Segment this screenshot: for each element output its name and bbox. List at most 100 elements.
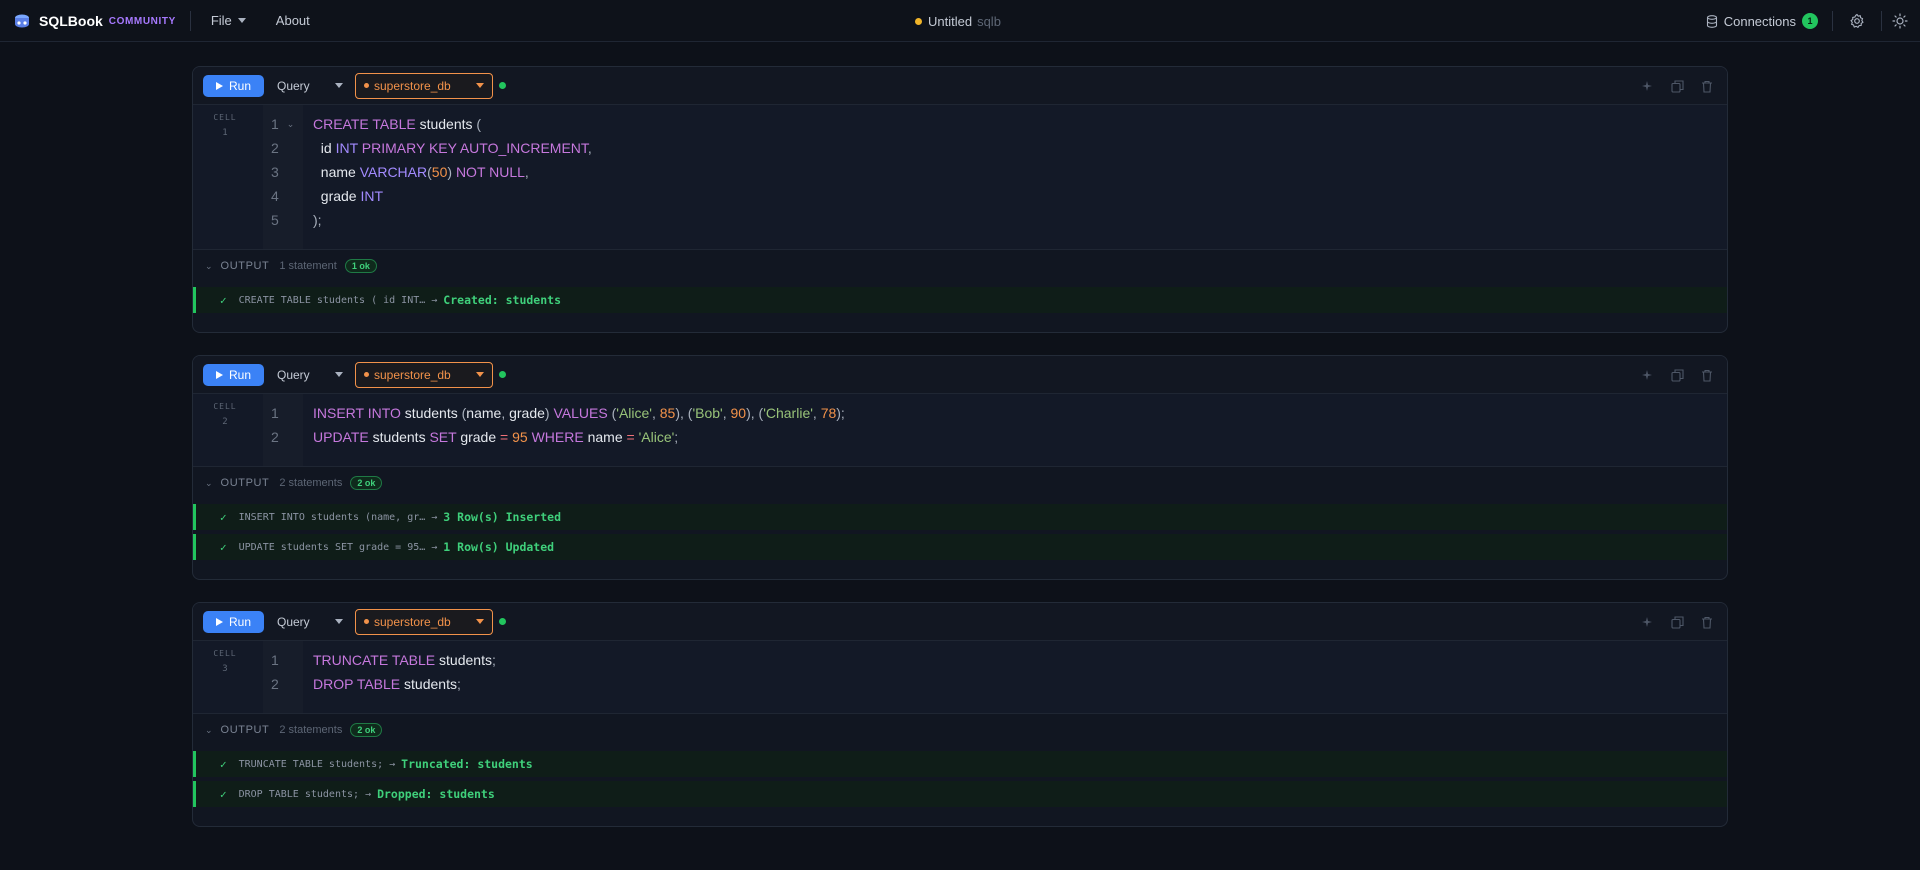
code-line[interactable]: TRUNCATE TABLE students; bbox=[313, 648, 1727, 672]
output-results: ✓ TRUNCATE TABLE students; → Truncated: … bbox=[193, 746, 1727, 821]
document-extension: sqlb bbox=[977, 13, 1001, 29]
output-label: OUTPUT bbox=[220, 260, 270, 272]
database-select-value: superstore_db bbox=[374, 78, 451, 93]
document-title[interactable]: Untitled sqlb bbox=[915, 0, 1001, 42]
code-content[interactable]: TRUNCATE TABLE students; DROP TABLE stude… bbox=[303, 641, 1727, 713]
code-token: , bbox=[524, 164, 529, 180]
about-menu[interactable]: About bbox=[276, 13, 310, 28]
statement-preview: CREATE TABLE students ( id INT… bbox=[238, 294, 426, 306]
unsaved-indicator bbox=[915, 17, 922, 25]
arrow-right-icon: → bbox=[431, 294, 438, 306]
statement-preview: TRUNCATE TABLE students; bbox=[238, 758, 384, 770]
chevron-down-icon bbox=[237, 18, 246, 23]
code-token: 'Bob' bbox=[692, 405, 723, 421]
code-line[interactable]: ); bbox=[313, 208, 1727, 232]
code-token: ; bbox=[491, 652, 496, 668]
code-token: INSERT INTO bbox=[313, 405, 401, 421]
cell-number: 1 bbox=[222, 128, 228, 138]
delete-cell-button[interactable] bbox=[1699, 367, 1715, 383]
code-line[interactable]: name VARCHAR(50) NOT NULL, bbox=[313, 160, 1727, 184]
code-token: grade bbox=[313, 188, 361, 204]
play-icon bbox=[215, 81, 223, 90]
run-button-label: Run bbox=[228, 367, 251, 382]
document-name: Untitled bbox=[928, 13, 973, 29]
connections-button[interactable]: Connections 1 bbox=[1706, 13, 1818, 29]
brand[interactable]: SQLBook COMMUNITY bbox=[0, 0, 176, 41]
database-select-value: superstore_db bbox=[374, 367, 451, 382]
code-token: name bbox=[313, 164, 360, 180]
code-token: UPDATE bbox=[313, 429, 369, 445]
code-token: ); bbox=[836, 405, 845, 421]
mode-select[interactable]: Query bbox=[277, 615, 345, 629]
trash-icon bbox=[1702, 80, 1712, 93]
status-badge: 2 ok bbox=[350, 723, 383, 737]
delete-cell-button[interactable] bbox=[1699, 614, 1715, 630]
code-line[interactable]: DROP TABLE students; bbox=[313, 672, 1727, 696]
chevron-down-icon bbox=[476, 83, 484, 88]
about-menu-label: About bbox=[275, 13, 310, 28]
output-header[interactable]: ⌄ OUTPUT 2 statements 2 ok bbox=[193, 467, 1727, 499]
code-editor[interactable]: CELL 3 1 2 TRUNCATE TABLE students; DROP … bbox=[193, 641, 1727, 714]
mode-select[interactable]: Query bbox=[277, 79, 345, 93]
ai-assist-button[interactable] bbox=[1639, 614, 1655, 630]
code-token: students bbox=[435, 652, 492, 668]
output-label: OUTPUT bbox=[220, 724, 270, 736]
database-select[interactable]: superstore_db bbox=[355, 72, 493, 99]
fold-chevron-icon[interactable]: ⌄ bbox=[287, 112, 295, 136]
duplicate-cell-button[interactable] bbox=[1669, 614, 1685, 630]
file-menu[interactable]: File bbox=[211, 13, 246, 28]
duplicate-cell-button[interactable] bbox=[1669, 367, 1685, 383]
run-button[interactable]: Run bbox=[203, 74, 264, 97]
code-token: ( bbox=[476, 116, 482, 132]
ai-assist-button[interactable] bbox=[1639, 367, 1655, 383]
code-token: = bbox=[626, 429, 635, 445]
code-line[interactable]: CREATE TABLE students ( bbox=[313, 112, 1727, 136]
line-number: 1 ⌄ bbox=[263, 112, 303, 136]
output-header[interactable]: ⌄ OUTPUT 1 statement 1 ok bbox=[193, 250, 1727, 282]
output-header[interactable]: ⌄ OUTPUT 2 statements 2 ok bbox=[193, 714, 1727, 746]
gear-icon bbox=[1850, 13, 1864, 28]
run-button[interactable]: Run bbox=[203, 363, 264, 386]
sparkle-icon bbox=[1642, 81, 1652, 91]
arrow-right-icon: → bbox=[431, 511, 438, 523]
database-select[interactable]: superstore_db bbox=[355, 361, 493, 388]
code-editor[interactable]: CELL 1 1 ⌄ 2 3 4 5 CREATE TABLE students … bbox=[193, 105, 1727, 250]
ai-assist-button[interactable] bbox=[1639, 78, 1655, 94]
cell-actions bbox=[1639, 356, 1715, 394]
code-line[interactable]: id INT PRIMARY KEY AUTO_INCREMENT, bbox=[313, 136, 1727, 160]
delete-cell-button[interactable] bbox=[1699, 78, 1715, 94]
play-icon bbox=[215, 370, 223, 379]
database-dot bbox=[364, 372, 369, 377]
code-token: WHERE bbox=[531, 429, 584, 445]
code-editor[interactable]: CELL 2 1 2 INSERT INTO students (name, g… bbox=[193, 394, 1727, 467]
code-line[interactable]: UPDATE students SET grade = 95 WHERE nam… bbox=[313, 425, 1727, 449]
arrow-right-icon: → bbox=[389, 758, 396, 770]
duplicate-cell-button[interactable] bbox=[1669, 78, 1685, 94]
run-button-label: Run bbox=[228, 614, 251, 629]
code-content[interactable]: CREATE TABLE students ( id INT PRIMARY K… bbox=[303, 105, 1727, 249]
code-line[interactable]: INSERT INTO students (name, grade) VALUE… bbox=[313, 401, 1727, 425]
code-content[interactable]: INSERT INTO students (name, grade) VALUE… bbox=[303, 394, 1727, 466]
line-number: 1 bbox=[271, 405, 279, 421]
output-results: ✓ CREATE TABLE students ( id INT… → Crea… bbox=[193, 282, 1727, 327]
theme-toggle-button[interactable] bbox=[1890, 11, 1910, 31]
line-number: 1 bbox=[271, 652, 279, 668]
top-bar-actions: Connections 1 bbox=[1706, 0, 1920, 42]
database-select[interactable]: superstore_db bbox=[355, 608, 493, 635]
chevron-down-icon: ⌄ bbox=[205, 477, 213, 488]
run-button[interactable]: Run bbox=[203, 610, 264, 633]
file-menu-label: File bbox=[210, 13, 232, 28]
code-line[interactable]: grade INT bbox=[313, 184, 1727, 208]
code-token: name bbox=[466, 405, 502, 421]
result-row: ✓ CREATE TABLE students ( id INT… → Crea… bbox=[193, 287, 1727, 313]
settings-button[interactable] bbox=[1847, 11, 1867, 31]
code-token: INT bbox=[360, 188, 384, 204]
run-button-label: Run bbox=[228, 78, 251, 93]
line-number: 4 bbox=[271, 188, 279, 204]
check-icon: ✓ bbox=[220, 757, 227, 771]
code-token: students bbox=[368, 429, 430, 445]
mode-select[interactable]: Query bbox=[277, 368, 345, 382]
code-token: 'Alice' bbox=[638, 429, 675, 445]
connection-status-dot bbox=[499, 82, 506, 89]
cell-toolbar: Run Query superstore_db bbox=[193, 603, 1727, 641]
